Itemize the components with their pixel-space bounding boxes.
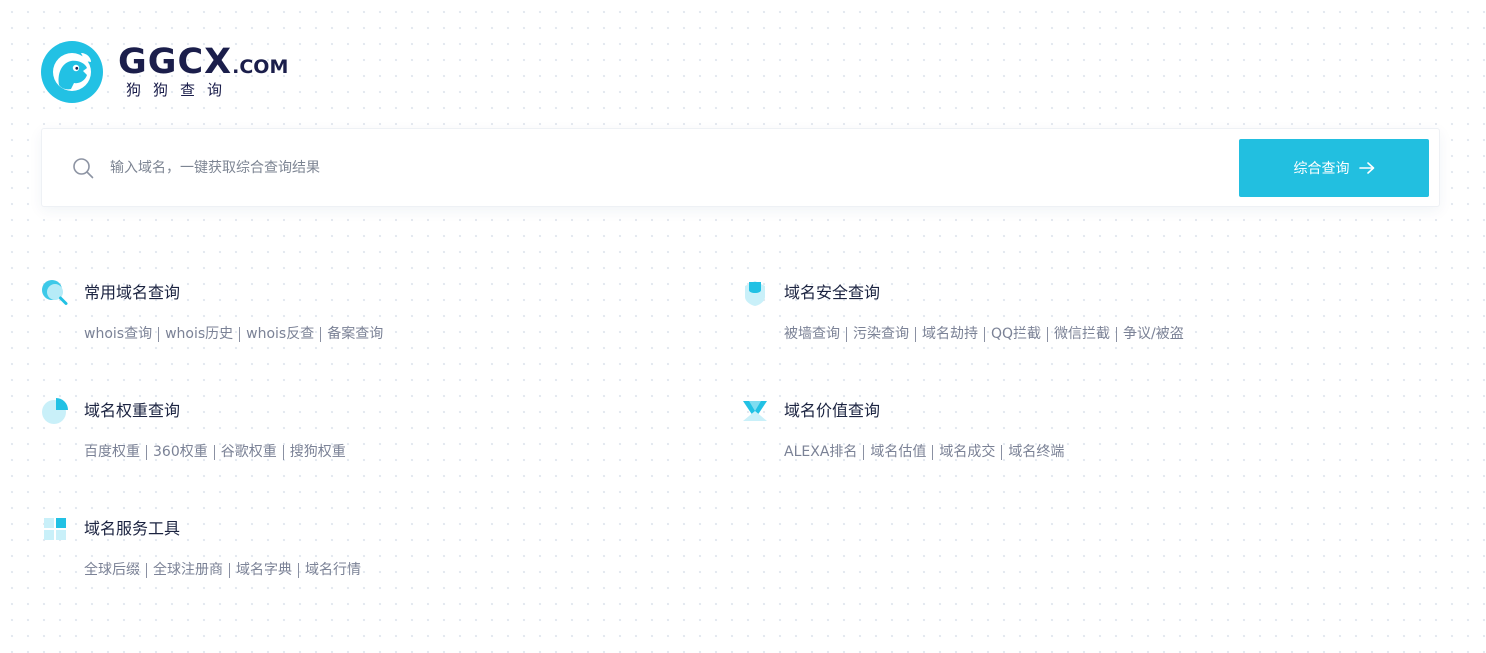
magnifier-icon xyxy=(42,280,68,305)
link-separator xyxy=(932,444,934,460)
link-global-registrars[interactable]: 全球注册商 xyxy=(153,561,223,579)
logo-subtitle: 狗狗查询 xyxy=(126,81,235,99)
link-separator xyxy=(915,326,916,342)
link-alexa-rank[interactable]: ALEXA排名 xyxy=(784,443,857,461)
link-separator xyxy=(282,444,284,460)
link-baidu-weight[interactable]: 百度权重 xyxy=(84,443,140,461)
link-separator xyxy=(158,326,160,342)
category-links: ALEXA排名 域名估值 域名成交 域名终端 xyxy=(784,443,1064,461)
link-wechat-block[interactable]: 微信拦截 xyxy=(1054,325,1110,343)
link-separator xyxy=(146,562,147,578)
link-separator xyxy=(239,326,241,342)
site-logo[interactable]: GGCX.COM 狗狗查询 xyxy=(41,41,311,105)
link-whois-reverse[interactable]: whois反查 xyxy=(246,325,314,343)
category-title: 域名价值查询 xyxy=(784,401,881,420)
link-separator xyxy=(320,326,322,342)
shield-icon xyxy=(745,281,765,306)
link-dispute-stolen[interactable]: 争议/被盗 xyxy=(1123,325,1184,343)
category-links: 百度权重 360权重 谷歌权重 搜狗权重 xyxy=(84,443,346,461)
category-links: whois查询 whois历史 whois反查 备案查询 xyxy=(84,325,383,343)
link-separator xyxy=(1116,326,1118,342)
domain-search-input[interactable] xyxy=(110,153,1210,183)
category-title: 域名权重查询 xyxy=(84,401,181,420)
diamond-icon xyxy=(743,401,767,421)
dog-logo-icon xyxy=(41,41,103,103)
link-blocked-check[interactable]: 被墙查询 xyxy=(784,325,840,343)
link-360-weight[interactable]: 360权重 xyxy=(153,443,208,461)
link-whois-history[interactable]: whois历史 xyxy=(165,325,233,343)
search-icon xyxy=(73,158,94,179)
grid-icon xyxy=(44,518,66,540)
link-domain-hijack[interactable]: 域名劫持 xyxy=(922,325,978,343)
link-whois-query[interactable]: whois查询 xyxy=(84,325,152,343)
search-bar: 综合查询 xyxy=(41,128,1440,207)
pie-chart-icon xyxy=(42,398,68,424)
category-links: 全球后缀 全球注册商 域名字典 域名行情 xyxy=(84,561,361,579)
link-separator xyxy=(213,444,215,460)
link-separator xyxy=(1047,326,1049,342)
category-title: 域名安全查询 xyxy=(784,283,881,302)
link-domain-valuation[interactable]: 域名估值 xyxy=(870,443,926,461)
link-separator xyxy=(984,326,985,342)
logo-domain-suffix: .COM xyxy=(232,56,289,78)
category-title: 常用域名查询 xyxy=(84,283,181,302)
link-qq-block[interactable]: QQ拦截 xyxy=(991,325,1041,343)
link-global-tlds[interactable]: 全球后缀 xyxy=(84,561,140,579)
link-domain-deals[interactable]: 域名成交 xyxy=(939,443,995,461)
comprehensive-query-button[interactable]: 综合查询 xyxy=(1239,139,1429,197)
link-domain-terminal[interactable]: 域名终端 xyxy=(1008,443,1064,461)
category-links: 被墙查询 污染查询 域名劫持 QQ拦截 微信拦截 争议/被盗 xyxy=(784,325,1184,343)
link-separator xyxy=(1001,444,1003,460)
link-domain-dictionary[interactable]: 域名字典 xyxy=(236,561,292,579)
link-separator xyxy=(863,444,865,460)
link-separator xyxy=(146,444,147,460)
link-separator xyxy=(229,562,230,578)
category-title: 域名服务工具 xyxy=(84,519,181,538)
link-dns-pollution[interactable]: 污染查询 xyxy=(853,325,909,343)
logo-name: GGCX xyxy=(118,42,233,82)
logo-wordmark: GGCX.COM xyxy=(118,43,288,81)
arrow-right-icon xyxy=(1358,162,1374,174)
link-google-weight[interactable]: 谷歌权重 xyxy=(221,443,277,461)
link-separator xyxy=(846,326,847,342)
search-button-label: 综合查询 xyxy=(1293,161,1350,177)
link-domain-market[interactable]: 域名行情 xyxy=(305,561,361,579)
link-sogou-weight[interactable]: 搜狗权重 xyxy=(290,443,346,461)
link-icp-record[interactable]: 备案查询 xyxy=(327,325,383,343)
link-separator xyxy=(298,562,299,578)
